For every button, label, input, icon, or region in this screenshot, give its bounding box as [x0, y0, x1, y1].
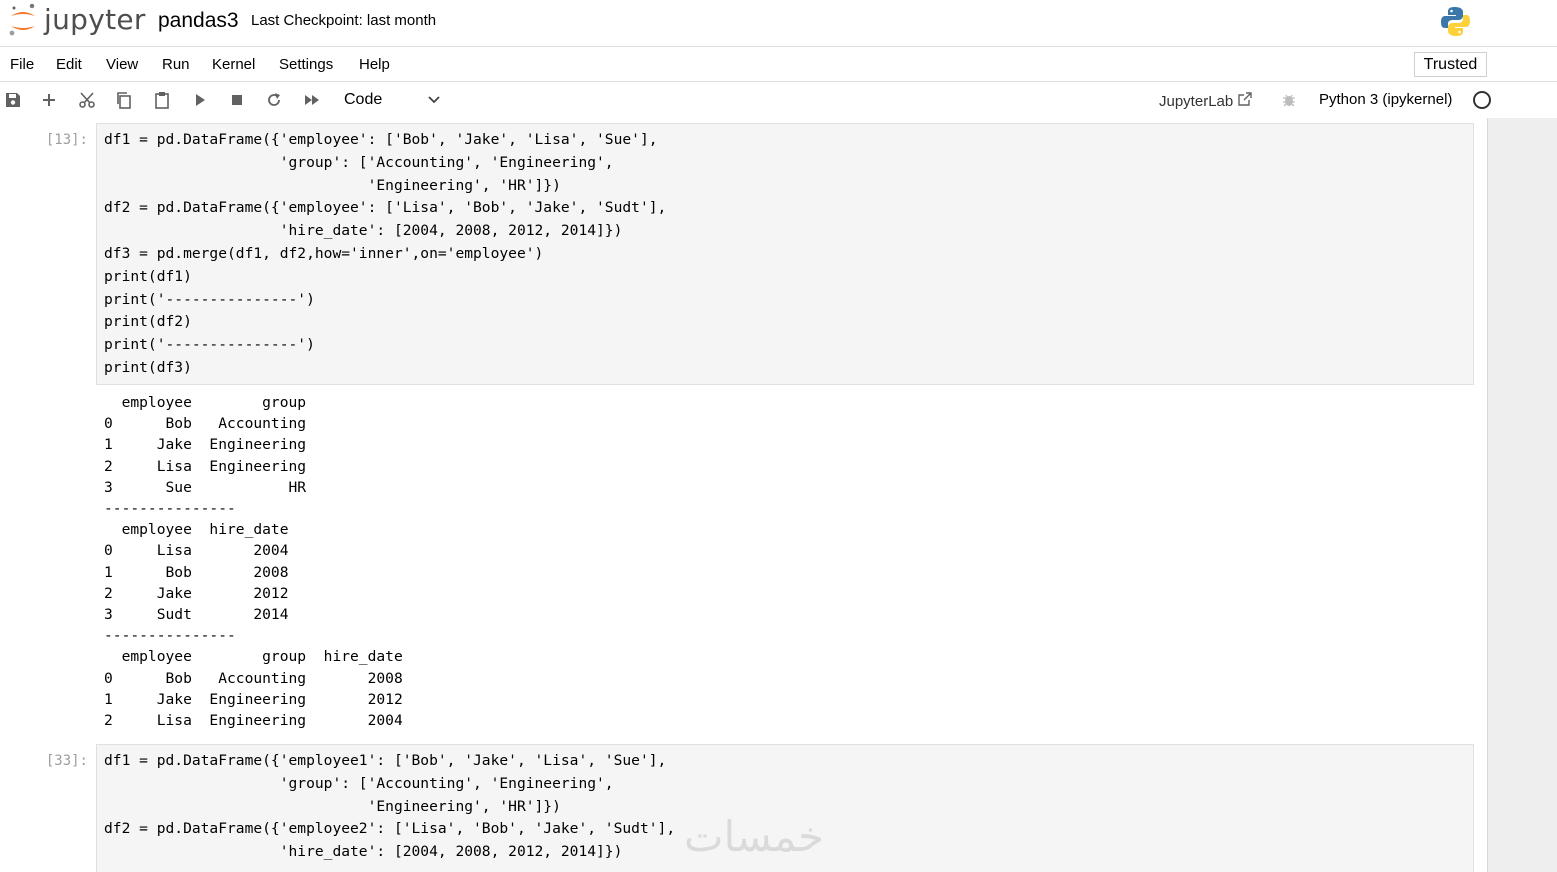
cell-prompt: [13]: [45, 132, 88, 148]
code-line: 'hire_date': [2004, 2008, 2012, 2014]}) [104, 843, 623, 861]
code-line: print('---------------') [104, 290, 315, 308]
output-line: 3 Sudt 2014 [104, 606, 289, 624]
output-line: 2 Lisa Engineering [104, 457, 307, 475]
menu-run[interactable]: Run [162, 56, 190, 73]
menu-kernel[interactable]: Kernel [212, 56, 255, 73]
python-logo-icon [1439, 5, 1472, 38]
watermark: خمسات [684, 812, 825, 861]
menu-file[interactable]: File [10, 56, 34, 73]
output-line: 2 Lisa Engineering 2004 [104, 712, 403, 730]
code-line: df3 = pd.merge(df1, df2,how='inner',on='… [104, 244, 544, 262]
notebook-header: jupyter pandas3 Last Checkpoint: last mo… [0, 0, 1557, 47]
code-editor[interactable]: df1 = pd.DataFrame({'employee': ['Bob', … [97, 124, 1473, 385]
copy-icon[interactable] [114, 90, 134, 110]
output-line: employee group [104, 394, 307, 411]
code-cell-input[interactable]: df1 = pd.DataFrame({'employee': ['Bob', … [96, 123, 1474, 385]
kernel-status-idle-icon [1473, 91, 1491, 109]
code-line: 'Engineering', 'HR']}) [104, 797, 561, 815]
fast-forward-icon[interactable] [302, 90, 322, 110]
output-line: 1 Jake Engineering 2012 [104, 690, 403, 708]
paste-icon[interactable] [152, 90, 172, 110]
code-line: df1 = pd.DataFrame({'employee1': ['Bob',… [104, 752, 667, 769]
code-line: 'hire_date': [2004, 2008, 2012, 2014]}) [104, 222, 623, 240]
right-gutter [1488, 118, 1557, 872]
stop-icon[interactable] [227, 90, 247, 110]
output-line: 0 Bob Accounting 2008 [104, 669, 403, 687]
code-line: print(df1) [104, 267, 192, 285]
code-line: 'group': ['Accounting', 'Engineering', [104, 774, 614, 792]
restart-icon[interactable] [264, 90, 284, 110]
jupyter-logo[interactable]: jupyter [8, 2, 146, 38]
cell-type-select[interactable]: Code [337, 86, 445, 114]
menu-settings[interactable]: Settings [279, 56, 333, 73]
cell-prompt: [33]: [45, 753, 88, 769]
output-line: 1 Jake Engineering [104, 436, 307, 454]
code-line: df1 = pd.DataFrame({'employee': ['Bob', … [104, 131, 658, 148]
code-line: df2 = pd.DataFrame({'employee': ['Lisa',… [104, 199, 667, 217]
jupyter-logo-text: jupyter [44, 3, 146, 36]
output-line: 2 Jake 2012 [104, 584, 289, 602]
menu-help[interactable]: Help [359, 56, 390, 73]
menu-edit[interactable]: Edit [56, 56, 82, 73]
output-line: 1 Bob 2008 [104, 563, 289, 581]
code-line: 'Engineering', 'HR']}) [104, 176, 561, 194]
chevron-down-icon [427, 93, 441, 112]
cut-icon[interactable] [77, 90, 97, 110]
code-line: df2 = pd.DataFrame({'employee2': ['Lisa'… [104, 820, 676, 838]
notebook-title[interactable]: pandas3 [158, 9, 239, 33]
cell-type-value: Code [344, 91, 383, 108]
output-line: --------------- [104, 627, 236, 645]
add-cell-icon[interactable] [39, 90, 59, 110]
code-line: print(df3) [104, 358, 192, 376]
output-line: employee hire_date [104, 521, 289, 539]
jupyter-logo-icon [8, 2, 38, 38]
output-line: 3 Sue HR [104, 478, 307, 496]
code-line: 'group': ['Accounting', 'Engineering', [104, 153, 614, 171]
save-icon[interactable] [3, 90, 23, 110]
notebook-panel: [13]: df1 = pd.DataFrame({'employee': ['… [0, 118, 1488, 872]
cell-output: employee group 0 Bob Accounting 1 Jake E… [104, 392, 403, 731]
notebook-toolbar: Code JupyterLab Python 3 (ipykernel) [0, 82, 1557, 118]
output-line: 0 Lisa 2004 [104, 542, 289, 560]
kernel-name[interactable]: Python 3 (ipykernel) [1319, 91, 1452, 108]
debugger-bug-icon[interactable] [1281, 92, 1297, 113]
output-line: employee group hire_date [104, 648, 403, 666]
code-line: print('---------------') [104, 336, 315, 354]
code-line: print(df2) [104, 313, 192, 331]
open-in-jupyterlab[interactable]: JupyterLab [1159, 91, 1253, 111]
last-checkpoint: Last Checkpoint: last month [251, 12, 437, 29]
output-line: 0 Bob Accounting [104, 415, 307, 433]
run-icon[interactable] [190, 90, 210, 110]
menu-bar: File Edit View Run Kernel Settings Help … [0, 47, 1557, 82]
jupyterlab-label: JupyterLab [1159, 92, 1234, 110]
menu-view[interactable]: View [106, 56, 138, 73]
external-link-icon [1237, 91, 1253, 111]
output-line: --------------- [104, 500, 236, 518]
trusted-indicator[interactable]: Trusted [1414, 52, 1487, 77]
